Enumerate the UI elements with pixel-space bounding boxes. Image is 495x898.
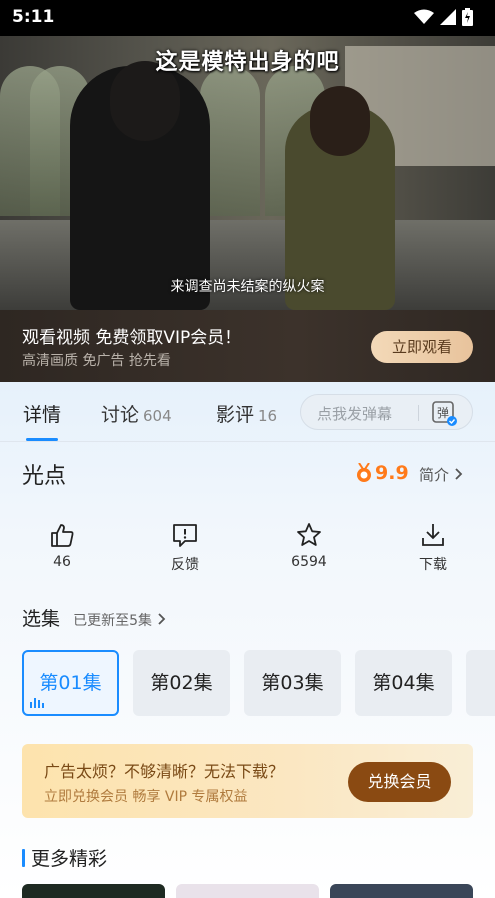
show-title: 光点 <box>22 464 67 489</box>
episode-list: 第01集 第02集 第03集 第04集 <box>22 650 495 716</box>
favorite-count: 6594 <box>291 554 327 570</box>
episode-label: 第02集 <box>150 672 213 694</box>
battery-icon <box>462 8 473 26</box>
episode-item[interactable]: 第01集 <box>22 650 119 716</box>
watch-now-button[interactable]: 立即观看 <box>371 331 473 363</box>
tab-details[interactable]: 详情 <box>23 400 61 427</box>
tab-count: 16 <box>258 407 278 425</box>
episode-label: 第01集 <box>39 672 102 694</box>
download-button[interactable]: 下载 <box>393 522 473 574</box>
feedback-button[interactable]: 反馈 <box>145 522 225 574</box>
more-section-header: 更多精彩 <box>22 844 107 871</box>
feedback-label: 反馈 <box>171 557 199 573</box>
rating: 9.9 <box>356 462 409 484</box>
status-time: 5:11 <box>12 7 55 27</box>
recommendation-thumbnail[interactable] <box>330 884 473 898</box>
membership-promo[interactable]: 广告太烦？不够清晰？无法下载？ 立即兑换会员 畅享 VIP 专属权益 兑换会员 <box>22 744 473 818</box>
rating-score: 9.9 <box>375 462 409 484</box>
star-icon <box>297 523 321 546</box>
tab-discussion[interactable]: 讨论 604 <box>101 400 172 427</box>
divider <box>418 405 419 421</box>
signal-icon <box>440 9 456 25</box>
video-caption-top: 这是模特出身的吧 <box>155 50 340 75</box>
promo-line2: 立即兑换会员 畅享 VIP 专属权益 <box>44 789 248 805</box>
status-bar: 5:11 <box>0 0 495 36</box>
wifi-icon <box>414 9 434 24</box>
thumbs-up-icon <box>51 524 74 547</box>
danmaku-icon-text: 弹 <box>437 406 449 420</box>
episode-item[interactable]: 第02集 <box>133 650 230 716</box>
intro-link[interactable]: 简介 <box>419 464 464 485</box>
actor-left <box>70 61 210 310</box>
like-count: 46 <box>53 554 71 570</box>
vip-banner-title: 观看视频 免费领取VIP会员！ <box>22 328 242 348</box>
tab-count: 604 <box>143 407 172 425</box>
playing-indicator-icon <box>30 698 44 708</box>
download-icon <box>422 524 444 546</box>
medal-icon <box>357 463 371 482</box>
download-label: 下载 <box>419 557 447 573</box>
chevron-right-icon <box>158 613 166 625</box>
redeem-membership-button[interactable]: 兑换会员 <box>348 762 451 802</box>
promo-line1: 广告太烦？不够清晰？无法下载？ <box>44 762 285 781</box>
tab-label: 影评 <box>216 404 255 426</box>
danmaku-input[interactable]: 点我发弹幕 弹 <box>300 394 473 430</box>
recommendation-thumbnail[interactable] <box>176 884 319 898</box>
tab-label: 详情 <box>23 404 62 426</box>
status-icons <box>414 8 473 26</box>
detail-content: 详情 讨论 604 影评 16 点我发弹幕 弹 光点 9.9 简介 46 反馈 … <box>0 382 495 898</box>
video-player[interactable]: 这是模特出身的吧 来调查尚未结案的纵火案 <box>0 36 495 310</box>
favorite-button[interactable]: 6594 <box>269 522 349 570</box>
tab-label: 讨论 <box>101 404 140 426</box>
more-title: 更多精彩 <box>31 848 108 870</box>
like-button[interactable]: 46 <box>22 522 102 570</box>
video-subtitle: 来调查尚未结案的纵火案 <box>170 279 325 295</box>
tab-reviews[interactable]: 影评 16 <box>216 400 277 427</box>
intro-label: 简介 <box>419 466 450 484</box>
title-row: 光点 9.9 简介 <box>0 458 495 494</box>
action-bar: 46 反馈 6594 下载 <box>0 522 495 582</box>
vip-banner-subtitle: 高清画质 免广告 抢先看 <box>22 353 171 369</box>
active-tab-indicator <box>26 438 58 441</box>
recommendation-row <box>22 884 495 898</box>
danmaku-placeholder: 点我发弹幕 <box>317 405 393 423</box>
episodes-title: 选集 <box>22 608 61 630</box>
episode-item[interactable]: 第04集 <box>355 650 452 716</box>
episode-label: 第03集 <box>261 672 324 694</box>
chevron-right-icon <box>455 468 463 480</box>
section-accent-bar <box>22 848 25 867</box>
recommendation-thumbnail[interactable] <box>22 884 165 898</box>
vip-banner[interactable]: 观看视频 免费领取VIP会员！ 高清画质 免广告 抢先看 立即观看 <box>0 310 495 382</box>
episode-item[interactable]: 第03集 <box>244 650 341 716</box>
tab-bar: 详情 讨论 604 影评 16 点我发弹幕 弹 <box>0 382 495 442</box>
danmaku-toggle-icon[interactable]: 弹 <box>431 400 457 426</box>
episodes-header[interactable]: 选集 已更新至5集 <box>22 604 167 631</box>
episode-label: 第04集 <box>372 672 435 694</box>
episodes-update-text: 已更新至5集 <box>73 613 153 629</box>
episode-item-partial[interactable] <box>466 650 495 716</box>
feedback-icon <box>173 524 197 547</box>
